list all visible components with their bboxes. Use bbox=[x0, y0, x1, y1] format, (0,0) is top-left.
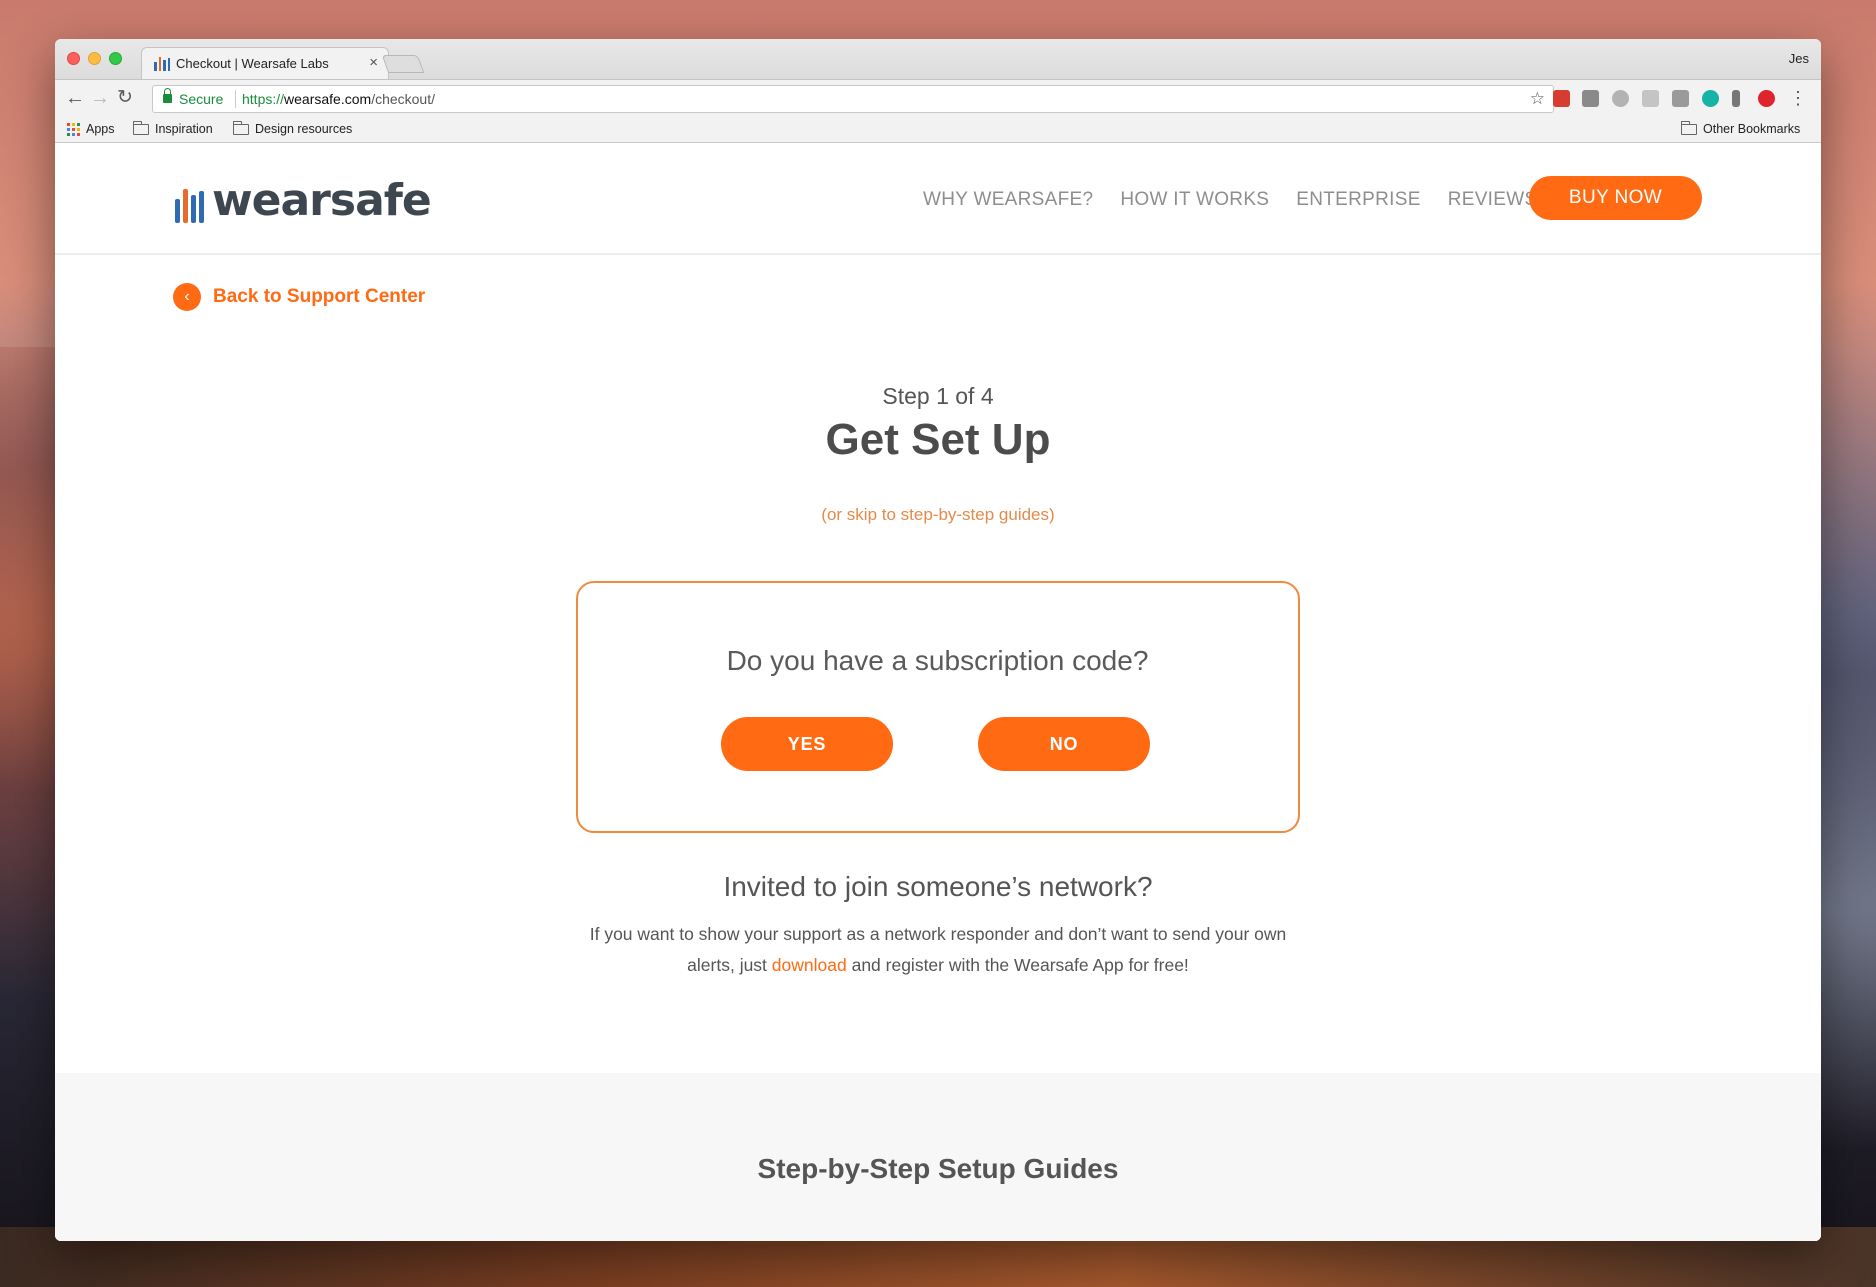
browser-window: Checkout | Wearsafe Labs × Jes ← → ↻ Sec… bbox=[55, 39, 1821, 1241]
bookmark-inspiration-label: Inspiration bbox=[155, 122, 213, 136]
url-host: wearsafe.com bbox=[284, 91, 372, 107]
apps-grid-icon bbox=[67, 122, 80, 136]
bookmark-design-resources[interactable]: Design resources bbox=[233, 120, 353, 136]
bookmark-other[interactable]: Other Bookmarks bbox=[1681, 120, 1801, 136]
folder-icon bbox=[133, 120, 149, 135]
extension-icon[interactable] bbox=[1582, 90, 1599, 107]
no-button[interactable]: NO bbox=[978, 717, 1150, 771]
nav-reviews[interactable]: REVIEWS bbox=[1448, 189, 1538, 211]
tab-title: Checkout | Wearsafe Labs bbox=[176, 56, 329, 71]
subscription-card: Do you have a subscription code? YES NO bbox=[576, 581, 1300, 833]
web-page: wearsafe WHY WEARSAFE? HOW IT WORKS ENTE… bbox=[55, 143, 1821, 1241]
wearsafe-logo[interactable]: wearsafe bbox=[175, 175, 432, 226]
secure-label: Secure bbox=[179, 91, 224, 107]
pinterest-icon[interactable] bbox=[1758, 90, 1775, 107]
url-path: /checkout/ bbox=[371, 91, 436, 107]
chevron-left-icon: ‹ bbox=[173, 283, 201, 311]
back-link-label: Back to Support Center bbox=[213, 286, 426, 307]
address-bar[interactable]: Secure https://wearsafe.com/checkout/ ☆ bbox=[152, 85, 1554, 113]
bookmark-apps-label: Apps bbox=[86, 122, 115, 136]
bookmark-apps[interactable]: Apps bbox=[67, 122, 115, 136]
extension-icon[interactable] bbox=[1672, 90, 1689, 107]
setup-guides-title: Step-by-Step Setup Guides bbox=[757, 1153, 1119, 1184]
invited-description: If you want to show your support as a ne… bbox=[568, 919, 1308, 981]
tab-checkout[interactable]: Checkout | Wearsafe Labs × bbox=[141, 47, 389, 79]
download-link[interactable]: download bbox=[772, 955, 847, 975]
drive-icon[interactable] bbox=[1612, 90, 1629, 107]
forward-arrow-icon[interactable]: → bbox=[90, 87, 110, 109]
reload-icon[interactable]: ↻ bbox=[117, 87, 133, 109]
nav-enterprise[interactable]: ENTERPRISE bbox=[1296, 189, 1420, 211]
back-to-support-link[interactable]: ‹ Back to Support Center bbox=[173, 283, 425, 311]
yes-button[interactable]: YES bbox=[721, 717, 893, 771]
bookmark-design-resources-label: Design resources bbox=[255, 122, 353, 136]
tab-close-icon[interactable]: × bbox=[369, 54, 378, 71]
step-indicator: Step 1 of 4 bbox=[882, 383, 994, 409]
new-tab-button[interactable] bbox=[381, 55, 425, 73]
setup-guides-section: Step-by-Step Setup Guides bbox=[55, 1073, 1821, 1241]
bookmark-inspiration[interactable]: Inspiration bbox=[133, 120, 213, 136]
bookmark-star-icon[interactable]: ☆ bbox=[1530, 89, 1545, 109]
nav-how-it-works[interactable]: HOW IT WORKS bbox=[1120, 189, 1269, 211]
url-scheme: https:// bbox=[242, 91, 285, 107]
main-nav: WHY WEARSAFE? HOW IT WORKS ENTERPRISE RE… bbox=[923, 189, 1537, 211]
page-title: Get Set Up bbox=[825, 415, 1051, 464]
buy-now-button[interactable]: BUY NOW bbox=[1529, 176, 1702, 220]
bookmark-other-label: Other Bookmarks bbox=[1703, 122, 1801, 136]
back-arrow-icon[interactable]: ← bbox=[65, 87, 85, 109]
invited-title: Invited to join someone’s network? bbox=[723, 871, 1153, 902]
folder-icon bbox=[233, 120, 249, 135]
browser-toolbar: ← → ↻ Secure https://wearsafe.com/checko… bbox=[55, 79, 1821, 117]
skip-to-guides-link[interactable]: (or skip to step-by-step guides) bbox=[55, 505, 1821, 525]
site-header: wearsafe WHY WEARSAFE? HOW IT WORKS ENTE… bbox=[55, 143, 1821, 255]
extension-icon[interactable] bbox=[1642, 90, 1659, 107]
invited-desc-end: and register with the Wearsafe App for f… bbox=[846, 955, 1189, 975]
profile-name[interactable]: Jes bbox=[1789, 51, 1809, 66]
nav-why-wearsafe[interactable]: WHY WEARSAFE? bbox=[923, 189, 1093, 211]
wearsafe-logo-mark-icon bbox=[175, 185, 204, 223]
wearsafe-favicon-icon bbox=[154, 57, 170, 71]
subscription-question: Do you have a subscription code? bbox=[726, 645, 1149, 676]
zoom-window-button[interactable] bbox=[109, 52, 122, 65]
logo-text: wearsafe bbox=[212, 175, 432, 226]
lock-icon bbox=[163, 88, 172, 103]
tab-bar: Checkout | Wearsafe Labs × Jes bbox=[55, 39, 1821, 79]
minimize-window-button[interactable] bbox=[88, 52, 101, 65]
m-icon[interactable] bbox=[1702, 90, 1719, 107]
todoist-icon[interactable] bbox=[1553, 90, 1570, 107]
folder-icon bbox=[1681, 120, 1697, 135]
menu-dots-icon[interactable]: ⋮ bbox=[1789, 88, 1807, 109]
url-divider bbox=[235, 90, 236, 108]
r-icon[interactable] bbox=[1732, 90, 1740, 107]
close-window-button[interactable] bbox=[67, 52, 80, 65]
bookmarks-bar: Apps Inspiration Design resources Other … bbox=[55, 117, 1821, 143]
url-text[interactable]: https://wearsafe.com/checkout/ bbox=[242, 91, 435, 107]
